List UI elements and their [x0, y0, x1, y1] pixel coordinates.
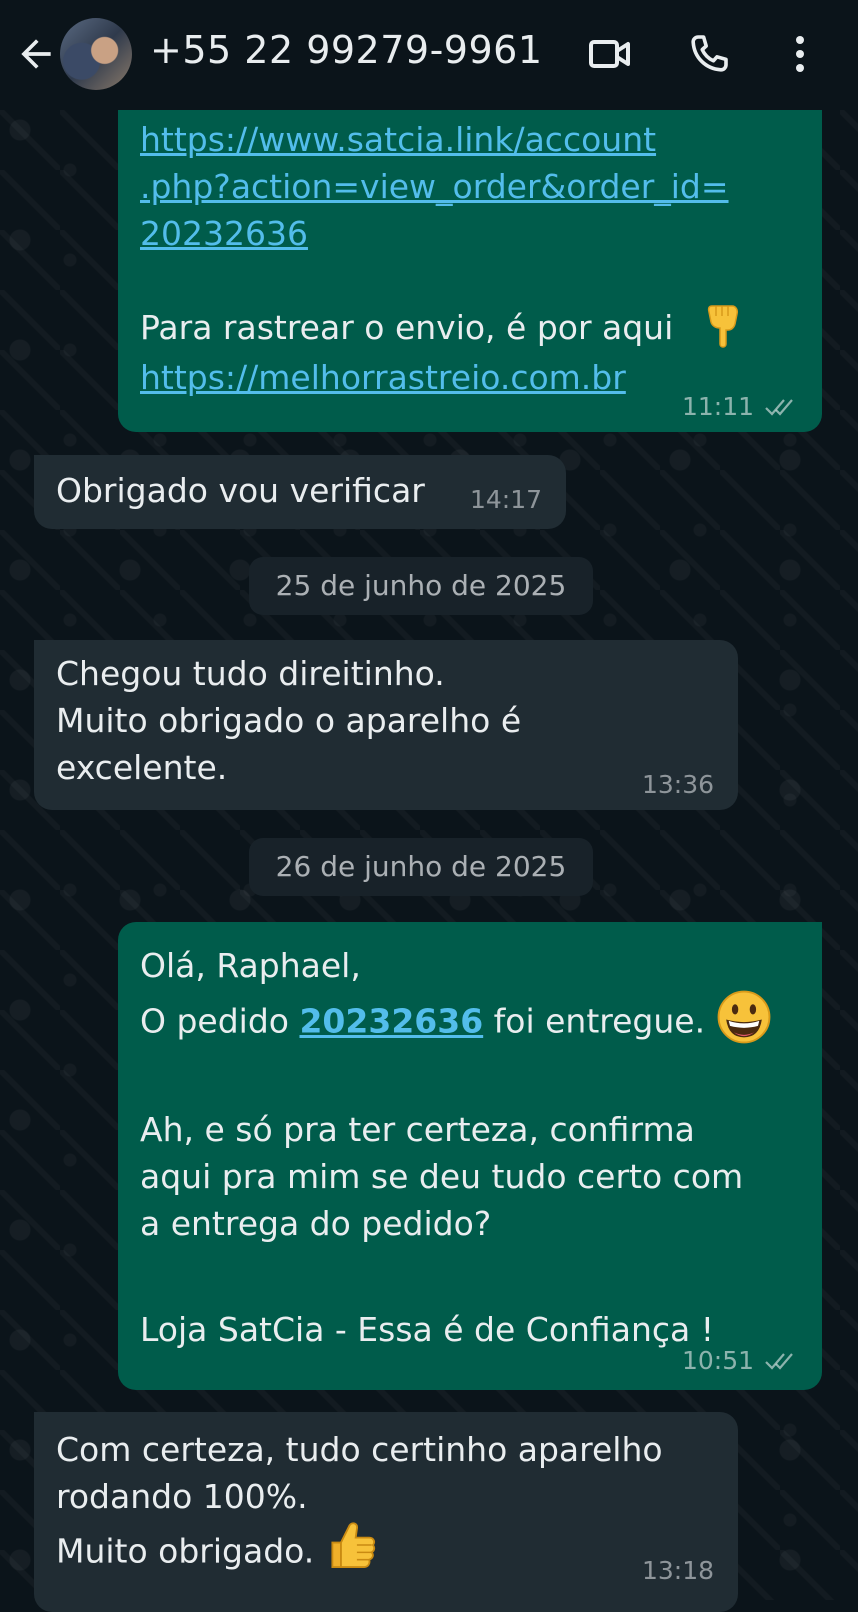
order-id-link[interactable]: 20232636 — [299, 1002, 483, 1041]
message-text: Muito obrigado. — [56, 1531, 315, 1571]
double-check-icon — [765, 1353, 793, 1370]
message-time: 13:18 — [641, 1556, 714, 1585]
message-text: Com certeza, tudo certinho aparelho — [56, 1430, 663, 1469]
chat-header: +55 22 99279-9961 — [0, 0, 858, 110]
message-time: 13:36 — [641, 770, 714, 799]
message-outgoing[interactable]: https://www.satcia.link/account .php?act… — [118, 80, 822, 432]
order-prefix: O pedido — [140, 1001, 300, 1041]
message-text: Ah, e só pra ter certeza, confirma — [140, 1110, 695, 1149]
message-meta: 14:17 — [470, 485, 542, 515]
message-text: a entrega do pedido? — [140, 1204, 492, 1243]
message-incoming[interactable]: Obrigado vou verificar 14:17 — [34, 455, 566, 529]
message-text: aqui pra mim se deu tudo certo com — [140, 1157, 744, 1196]
message-incoming[interactable]: Chegou tudo direitinho. Muito obrigado o… — [34, 640, 738, 810]
message-last-row: Muito obrigado. — [56, 1522, 716, 1580]
avatar[interactable] — [60, 18, 132, 90]
message-meta: 11:11 — [682, 392, 798, 422]
message-outgoing[interactable]: Olá, Raphael, O pedido 20232636 foi entr… — [118, 922, 822, 1390]
video-camera-icon[interactable] — [586, 30, 634, 78]
thumbs-up-emoji — [331, 1522, 375, 1569]
phone-icon[interactable] — [685, 30, 733, 78]
order-link-line[interactable]: .php?action=view_order&order_id= — [140, 163, 800, 210]
contact-name[interactable]: +55 22 99279-9961 — [150, 28, 543, 72]
message-meta: 13:36 — [642, 770, 714, 800]
message-text-row: Para rastrear o envio, é por aqui — [140, 304, 800, 354]
pointing-down-hand-emoji — [707, 304, 738, 348]
message-text: rodando 100%. — [56, 1477, 308, 1516]
order-link-line[interactable]: 20232636 — [140, 210, 800, 257]
arrow-left-icon[interactable] — [14, 32, 58, 76]
order-suffix: foi entregue. — [483, 1001, 706, 1041]
grinning-face-emoji — [717, 990, 771, 1044]
message-meta: 10:51 — [682, 1346, 798, 1376]
double-check-icon — [765, 399, 793, 416]
order-status-row: O pedido 20232636 foi entregue. — [140, 990, 800, 1051]
message-text: excelente. — [56, 748, 228, 787]
message-time: 10:51 — [681, 1346, 754, 1375]
date-divider: 25 de junho de 2025 — [249, 557, 593, 615]
message-text: Para rastrear o envio, é por aqui — [140, 308, 674, 347]
message-meta: 13:18 — [642, 1556, 714, 1586]
message-text: Muito obrigado o aparelho é — [56, 701, 522, 740]
date-divider: 26 de junho de 2025 — [249, 838, 593, 896]
order-link-line[interactable]: https://www.satcia.link/account — [140, 116, 800, 163]
message-incoming[interactable]: Com certeza, tudo certinho aparelho roda… — [34, 1412, 738, 1612]
more-vertical-icon[interactable] — [776, 30, 824, 78]
message-text: Chegou tudo direitinho. — [56, 654, 445, 693]
greeting-text: Olá, Raphael, — [140, 946, 361, 985]
message-time: 14:17 — [469, 485, 542, 514]
message-time: 11:11 — [681, 392, 754, 421]
